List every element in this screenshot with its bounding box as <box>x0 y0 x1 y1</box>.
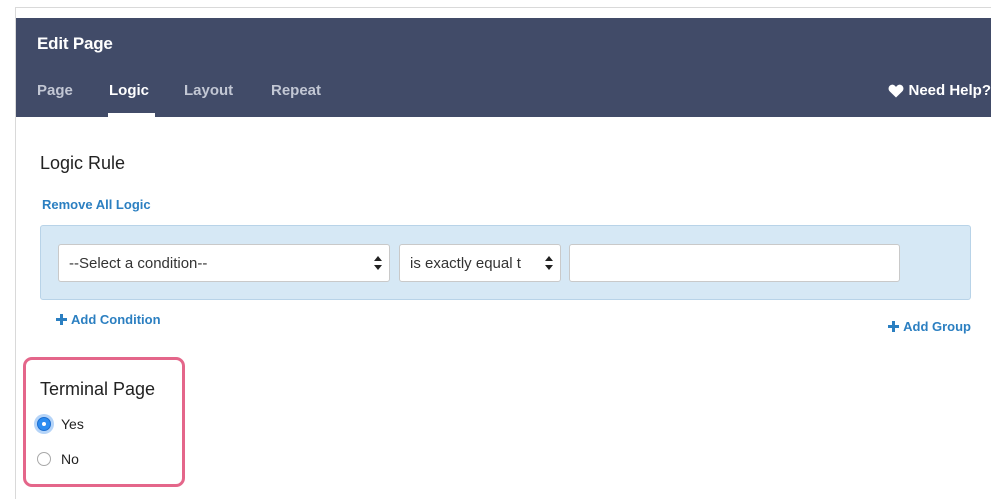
logic-rule-heading: Logic Rule <box>40 153 126 173</box>
terminal-no-label: No <box>61 451 79 467</box>
condition-select-value: --Select a condition-- <box>69 254 208 272</box>
condition-select[interactable]: --Select a condition-- <box>58 244 390 282</box>
add-condition-link[interactable]: Add Condition <box>56 312 161 327</box>
active-tab-indicator <box>108 113 155 117</box>
terminal-no-option[interactable]: No <box>37 451 79 467</box>
tab-logic[interactable]: Logic <box>109 82 149 99</box>
terminal-yes-option[interactable]: Yes <box>37 416 84 432</box>
select-arrows-icon <box>374 256 382 270</box>
add-group-label: Add Group <box>903 319 971 334</box>
operator-select[interactable]: is exactly equal t <box>399 244 561 282</box>
select-arrows-icon <box>545 256 553 270</box>
plus-icon <box>56 314 67 325</box>
plus-icon <box>888 321 900 332</box>
page-title: Edit Page <box>37 34 113 53</box>
tab-repeat[interactable]: Repeat <box>271 82 321 99</box>
remove-all-logic-link[interactable]: Remove All Logic <box>42 197 151 212</box>
heart-icon <box>888 84 904 98</box>
condition-value-input[interactable] <box>569 244 900 282</box>
terminal-yes-label: Yes <box>61 416 84 432</box>
need-help-label: Need Help? <box>908 82 991 99</box>
add-condition-label: Add Condition <box>71 312 161 327</box>
operator-select-value: is exactly equal t <box>410 254 521 272</box>
logic-rule-group: --Select a condition-- is exactly equal … <box>40 225 971 300</box>
edit-page-header: Edit Page Page Logic Layout Repeat Need … <box>16 18 991 117</box>
radio-unselected-icon[interactable] <box>37 452 51 466</box>
radio-selected-icon[interactable] <box>37 417 51 431</box>
terminal-page-heading: Terminal Page <box>40 379 156 399</box>
tab-page[interactable]: Page <box>37 82 73 99</box>
need-help-button[interactable]: Need Help? <box>888 82 991 99</box>
add-group-link[interactable]: Add Group <box>888 319 971 334</box>
tab-layout[interactable]: Layout <box>184 82 233 99</box>
